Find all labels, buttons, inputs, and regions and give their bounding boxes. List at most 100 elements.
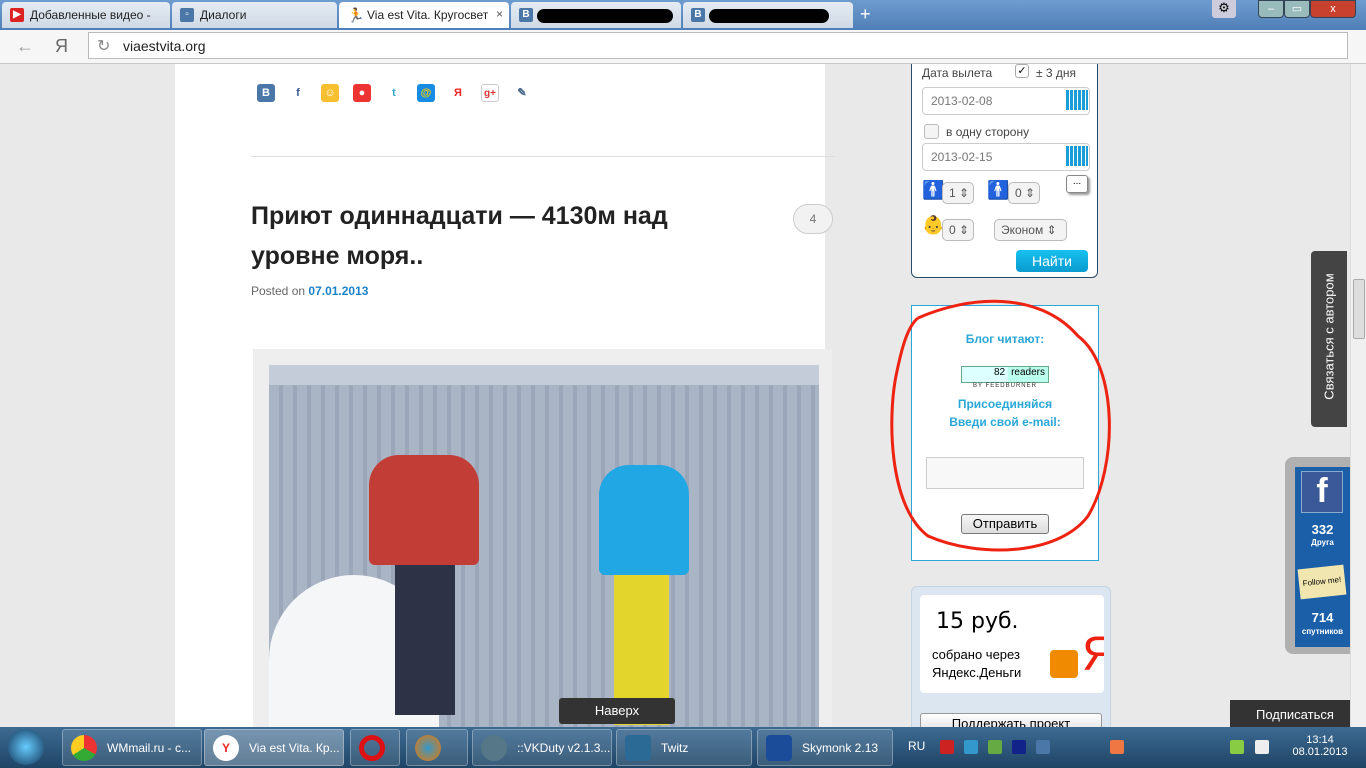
child-icon: 🚹 [987, 180, 1010, 200]
tw-label: спутников [1301, 627, 1344, 636]
comment-count: 4 [809, 212, 817, 226]
close-button[interactable]: x [1310, 0, 1356, 18]
yandex-icon[interactable]: Я [449, 84, 467, 102]
start-button[interactable] [8, 729, 44, 765]
tw-count: 714 [1311, 610, 1334, 625]
subscribe-button[interactable]: Подписаться [1230, 700, 1350, 727]
post-title[interactable]: Приют одиннадцати — 4130м над уровне мор… [251, 196, 721, 276]
wallet-icon [1050, 650, 1078, 678]
return-date-input[interactable]: 2013-02-15 [922, 143, 1090, 171]
tab-bar: ▶ Добавленные видео - ▫ Диалоги 🏃 Via est V… [0, 0, 1366, 30]
taskbar-chrome[interactable]: WMmail.ru - с... [62, 729, 202, 766]
tray-icon [1012, 740, 1026, 754]
depart-date-input[interactable]: 2013-02-08 [922, 87, 1090, 115]
url-text: viaestvita.org [123, 38, 206, 54]
tab-youtube[interactable]: ▶ Добавленные видео - [2, 2, 170, 28]
tab-vk-2[interactable]: B [683, 2, 853, 28]
vk-icon: ▫ [180, 8, 194, 22]
tab-label: Via est Vita. Кругосвет [367, 8, 489, 22]
volume-tray-icon [1110, 740, 1124, 754]
taskbar: WMmail.ru - с... Y Via est Vita. Кр... ::… [0, 727, 1366, 768]
odnoklassniki-icon[interactable]: ☺ [321, 84, 339, 102]
taskbar-firefox[interactable] [406, 729, 468, 766]
post-photo[interactable] [269, 365, 819, 727]
settings-gear-icon[interactable]: ⚙ [1212, 0, 1236, 18]
adults-select[interactable]: 1 ⇕ [942, 182, 974, 204]
vk-icon[interactable]: B [257, 84, 275, 102]
twitz-icon [625, 735, 651, 761]
calendar-icon[interactable] [1066, 90, 1088, 110]
support-project-button[interactable]: Поддержать проект [920, 713, 1102, 727]
runner-icon: 🏃 [347, 7, 365, 23]
maximize-button[interactable]: ▭ [1284, 0, 1310, 18]
donate-amount: 15 руб. [936, 609, 1019, 634]
new-tab-button[interactable]: + [860, 4, 871, 25]
tab-label: Добавленные видео - [30, 8, 151, 22]
oneway-checkbox[interactable] [924, 124, 939, 139]
redaction [709, 9, 829, 23]
yandex-logo: Я [1082, 628, 1104, 681]
battery-tray-icon [1230, 740, 1244, 754]
taskbar-skymonk[interactable]: Skymonk 2.13 [757, 729, 893, 766]
mail-icon[interactable]: @ [417, 84, 435, 102]
skymonk-icon [766, 735, 792, 761]
posted-on-label: Posted on [251, 284, 306, 298]
search-button[interactable]: Найти [1016, 250, 1088, 272]
tray-icon [964, 740, 978, 754]
facebook-icon[interactable]: f [1301, 471, 1343, 513]
class-select[interactable]: Эконом ⇕ [994, 219, 1067, 241]
vk-icon: B [519, 8, 533, 22]
firefox-icon [415, 735, 441, 761]
yandex-browser-icon: Y [213, 735, 239, 761]
contact-author-tab[interactable]: Связаться с автором [1311, 251, 1347, 427]
livejournal-icon[interactable]: ✎ [513, 84, 531, 102]
scroll-to-top-button[interactable]: Наверх [559, 698, 675, 724]
photo-frame [253, 349, 832, 727]
back-arrow-icon[interactable]: ← [16, 36, 34, 57]
donate-service: Яндекс.Деньги [932, 665, 1022, 680]
scrollbar-thumb[interactable] [1353, 279, 1365, 339]
chat-icon[interactable]: ● [353, 84, 371, 102]
donate-via: собрано через [932, 647, 1020, 662]
flex-dates-label: ± 3 дня [1036, 66, 1077, 80]
yandex-logo[interactable]: Я [55, 36, 68, 57]
taskbar-yandex[interactable]: Y Via est Vita. Кр... [204, 729, 344, 766]
minimize-button[interactable]: – [1258, 0, 1284, 18]
tray-icon [940, 740, 954, 754]
tab-label: Диалоги [200, 8, 247, 22]
web-page: B f ☺ ● t @ Я g+ ✎ Приют одиннадцати — 4… [0, 64, 1350, 727]
comments-bubble[interactable]: 4 [793, 204, 833, 234]
calendar-icon[interactable] [1066, 146, 1088, 166]
red-circle-annotation [890, 299, 1111, 552]
clock[interactable]: 13:14 08.01.2013 [1290, 734, 1350, 758]
youtube-icon: ▶ [10, 8, 24, 22]
twitter-icon[interactable]: t [385, 84, 403, 102]
taskbar-twitz[interactable]: Twitz [616, 729, 752, 766]
tab-viaestvita[interactable]: 🏃 Via est Vita. Кругосвет × [339, 2, 509, 28]
more-options-button[interactable]: ... [1066, 175, 1088, 193]
language-indicator[interactable]: RU [908, 739, 925, 753]
url-input[interactable]: ↻ viaestvita.org [88, 32, 1348, 59]
flex-dates-checkbox[interactable]: ✓ [1015, 64, 1029, 78]
tab-dialogs[interactable]: ▫ Диалоги [172, 2, 337, 28]
children-select[interactable]: 0 ⇕ [1008, 182, 1040, 204]
twitter-follow-icon[interactable]: Follow me! [1297, 564, 1347, 600]
redaction [537, 9, 673, 23]
tray-icon [988, 740, 1002, 754]
flight-search-widget: Дата вылета ✓ ± 3 дня 2013-02-08 в одну … [911, 64, 1098, 278]
taskbar-vkduty[interactable]: ::VKDuty v2.1.3... [472, 729, 612, 766]
infants-select[interactable]: 0 ⇕ [942, 219, 974, 241]
googleplus-icon[interactable]: g+ [481, 84, 499, 102]
opera-icon [359, 735, 385, 761]
vk-icon: B [691, 8, 705, 22]
reload-icon[interactable]: ↻ [97, 36, 110, 56]
main-content: B f ☺ ● t @ Я g+ ✎ Приют одиннадцати — 4… [175, 64, 835, 727]
taskbar-opera[interactable] [350, 729, 400, 766]
facebook-icon[interactable]: f [289, 84, 307, 102]
close-tab-icon[interactable]: × [496, 7, 503, 21]
action-center-icon [1255, 740, 1269, 754]
tab-vk-1[interactable]: B [511, 2, 681, 28]
post-date-link[interactable]: 07.01.2013 [308, 284, 368, 298]
vkduty-icon [481, 735, 507, 761]
scrollbar[interactable] [1350, 64, 1366, 727]
